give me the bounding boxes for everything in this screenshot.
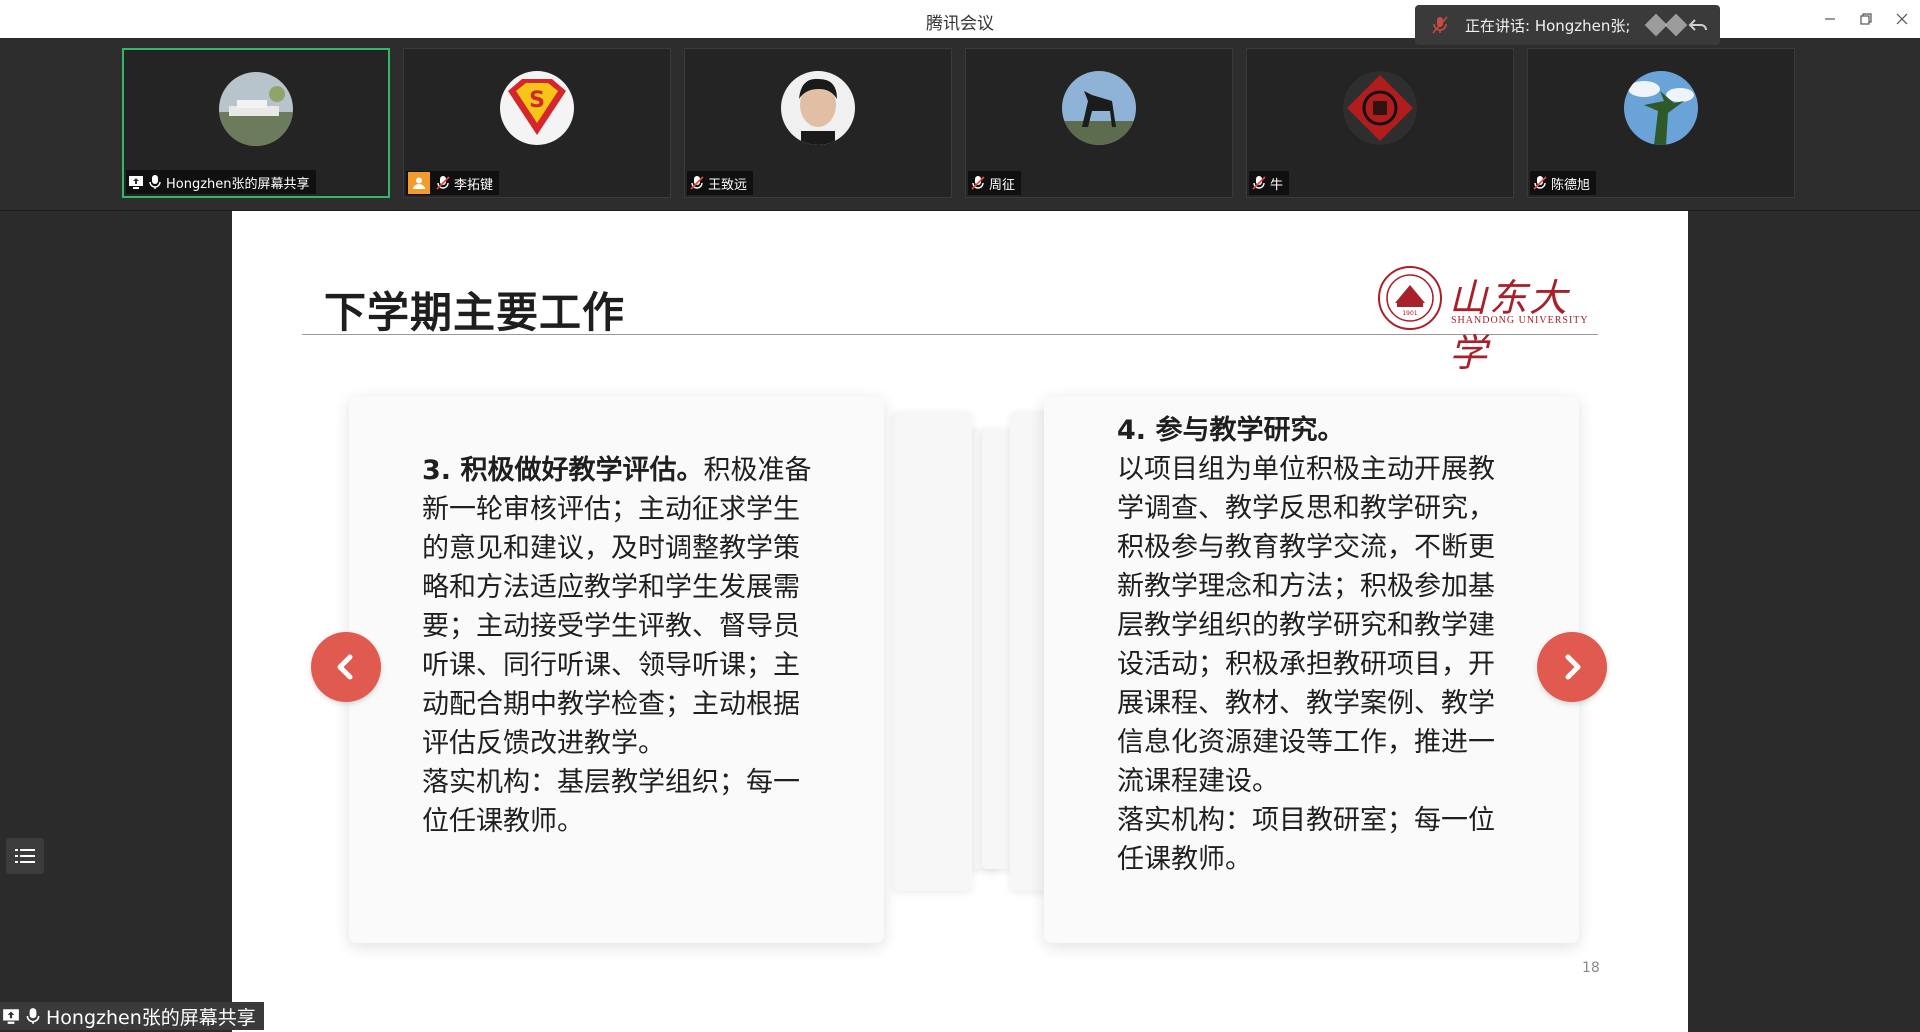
avatar: [219, 72, 293, 146]
screen-share-icon: [128, 174, 144, 190]
participant-name: 陈德旭: [1551, 177, 1591, 193]
participant-name: 李拓键: [454, 177, 494, 193]
participant-name: 王致远: [708, 177, 748, 193]
speaking-indicator[interactable]: 正在讲话: Hongzhen张;: [1415, 5, 1720, 45]
mic-muted-icon: [1432, 16, 1448, 34]
participant-label: 李拓键: [406, 171, 500, 195]
minimize-icon: [1825, 18, 1835, 20]
page-number: 18: [1582, 960, 1600, 976]
shared-slide: 下学期主要工作 1901 山东大学 SHANDONG UNIVERSITY 3.…: [232, 211, 1688, 1032]
avatar: [781, 71, 855, 145]
slide-title: 下学期主要工作: [324, 288, 626, 337]
svg-text:S: S: [529, 88, 545, 113]
card-right-line: 任课教师。: [1117, 844, 1252, 875]
card-left-line: 动配合期中教学检查；主动根据: [422, 689, 800, 720]
mic-muted-icon: [1532, 175, 1548, 191]
avatar: [1624, 71, 1698, 145]
undo-icon[interactable]: [1688, 15, 1708, 35]
svg-text:1901: 1901: [1402, 310, 1417, 317]
mic-muted-icon: [689, 175, 705, 191]
participant-tile-6[interactable]: 陈德旭: [1527, 48, 1795, 198]
mic-muted-icon: [435, 175, 451, 191]
mic-icon: [147, 174, 163, 190]
card-left-line: 位任课教师。: [422, 806, 584, 837]
minimize-button[interactable]: [1812, 0, 1848, 38]
card-left-line: 落实机构：基层教学组织；每一: [422, 767, 800, 798]
chevron-right-icon: [1565, 654, 1581, 680]
logo-text-en: SHANDONG UNIVERSITY: [1451, 315, 1589, 326]
close-button[interactable]: [1884, 0, 1920, 38]
stage-margin-right: [1688, 211, 1920, 1032]
list-icon: [15, 849, 35, 863]
decor-diamond-icon: [1664, 13, 1688, 37]
participant-tile-5[interactable]: 牛: [1246, 48, 1514, 198]
restore-icon: [1860, 13, 1872, 25]
card-right-heading: 4. 参与教学研究。: [1117, 415, 1345, 446]
avatar: S: [500, 71, 574, 145]
next-arrow-button[interactable]: [1537, 632, 1607, 702]
card-left-heading: 3. 积极做好教学评估。: [422, 455, 704, 486]
participant-label: 王致远: [687, 171, 754, 195]
avatar: [1343, 71, 1417, 145]
card-left-line: 新一轮审核评估；主动征求学生: [422, 494, 800, 525]
card-left-line: 听课、同行听课、领导听课；主: [422, 650, 800, 681]
card-right-line: 展课程、教材、教学案例、教学: [1117, 688, 1495, 719]
university-logo: 1901 山东大学 SHANDONG UNIVERSITY: [1367, 263, 1597, 375]
card-right-line: 以项目组为单位积极主动开展教: [1117, 454, 1495, 485]
title-divider: [302, 334, 1598, 335]
avatar: [1062, 71, 1136, 145]
card-left-line: 略和方法适应教学和学生发展需: [422, 572, 800, 603]
participant-label: Hongzhen张的屏幕共享: [126, 170, 316, 194]
card-right-line: 流课程建设。: [1117, 766, 1279, 797]
prev-arrow-button[interactable]: [311, 632, 381, 702]
mic-muted-icon: [1251, 175, 1267, 191]
participant-tile-3[interactable]: 王致远: [684, 48, 952, 198]
window-controls: [1812, 0, 1920, 38]
user-icon: [408, 172, 430, 194]
card-right-line: 积极参与教育教学交流，不断更: [1117, 532, 1495, 563]
card-right-line: 设活动；积极承担教研项目，开: [1117, 649, 1495, 680]
participant-label: 牛: [1249, 171, 1290, 195]
card-right-line: 新教学理念和方法；积极参加基: [1117, 571, 1495, 602]
stage-margin-left: [0, 211, 232, 1032]
participant-tile-4[interactable]: 周征: [965, 48, 1233, 198]
card-right-text: 4. 参与教学研究。 以项目组为单位积极主动开展教 学调查、教学反思和教学研究，…: [1117, 411, 1547, 879]
card-right-line: 落实机构：项目教研室；每一位: [1117, 805, 1495, 836]
card-left-line: 要；主动接受学生评教、督导员: [422, 611, 800, 642]
share-label-text: Hongzhen张的屏幕共享: [46, 1006, 256, 1029]
participant-name: 周征: [989, 177, 1016, 193]
card-left-line: 的意见和建议，及时调整教学策: [422, 533, 800, 564]
member-list-button[interactable]: [6, 838, 44, 874]
restore-button[interactable]: [1848, 0, 1884, 38]
participant-name: 牛: [1270, 177, 1284, 193]
card-left-line: 积极准备: [703, 455, 812, 486]
mic-icon: [26, 1008, 40, 1024]
screen-share-label: Hongzhen张的屏幕共享: [0, 1002, 264, 1030]
card-right-line: 层教学组织的教学研究和教学建: [1117, 610, 1495, 641]
card-left-line: 评估反馈改进教学。: [422, 728, 665, 759]
university-seal-icon: 1901: [1378, 266, 1442, 330]
participant-label: 周征: [968, 171, 1022, 195]
participant-strip: Hongzhen张的屏幕共享 S 李拓键 王致远 周征 牛 陈德旭: [0, 38, 1920, 211]
chevron-left-icon: [337, 654, 353, 680]
card-left-text: 3. 积极做好教学评估。积极准备 新一轮审核评估；主动征求学生 的意见和建议，及…: [422, 451, 852, 841]
speaking-text: 正在讲话: Hongzhen张;: [1465, 16, 1631, 35]
mic-muted-icon: [970, 175, 986, 191]
participant-tile-2[interactable]: S 李拓键: [403, 48, 671, 198]
speaking-extra: [1644, 13, 1708, 37]
participant-label: 陈德旭: [1530, 171, 1597, 195]
card-stack-back: [892, 411, 972, 891]
participant-tile-1[interactable]: Hongzhen张的屏幕共享: [122, 48, 390, 198]
screen-share-icon: [3, 1009, 19, 1024]
card-right-line: 信息化资源建设等工作，推进一: [1117, 727, 1495, 758]
card-right-line: 学调查、教学反思和教学研究，: [1117, 493, 1495, 524]
close-icon: [1896, 13, 1908, 25]
participant-name: Hongzhen张的屏幕共享: [166, 176, 310, 192]
